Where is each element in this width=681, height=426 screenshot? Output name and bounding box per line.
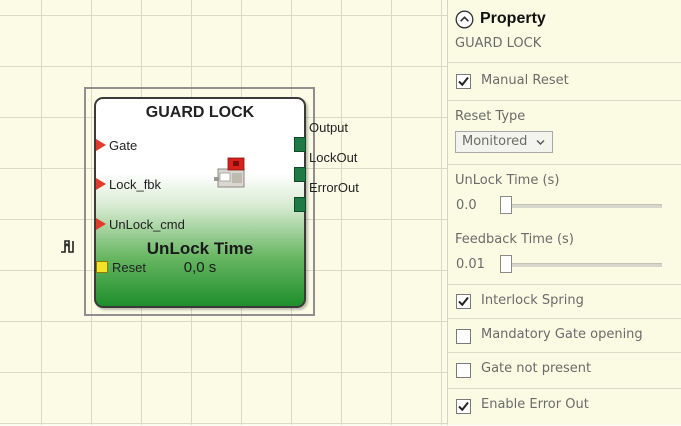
mandatory-gate-row: Mandatory Gate opening [448,318,681,353]
panel-header: Property [480,10,546,27]
reset-type-value: Monitored [462,134,528,149]
output-port-lockout[interactable] [294,167,306,182]
enable-error-out-label: Enable Error Out [481,397,589,412]
manual-reset-checkbox[interactable] [456,74,471,89]
mandatory-gate-label: Mandatory Gate opening [481,327,643,342]
block-param-name: UnLock Time [146,239,254,258]
input-port-icon [96,218,106,230]
reset-type-select[interactable]: Monitored [455,131,553,153]
block-param-value: 0,0 s [183,259,217,276]
unlock-time-row: UnLock Time (s) 0.0 [448,164,681,225]
unlock-time-slider-thumb[interactable] [500,196,512,214]
chevron-up-circle-icon [455,10,474,29]
unlock-time-slider-track[interactable] [504,204,662,208]
output-label-errorout: ErrorOut [309,180,359,195]
reset-type-label: Reset Type [455,109,526,124]
checkmark-icon [458,296,469,307]
gate-not-present-checkbox[interactable] [456,363,471,378]
checkmark-icon [458,401,469,412]
feedback-time-slider-thumb[interactable] [500,255,512,273]
output-port-output[interactable] [294,137,306,152]
output-label-output: Output [309,120,349,135]
guard-lock-device-icon [214,155,250,191]
interlock-spring-checkbox[interactable] [456,294,471,309]
input-label-gate: Gate [109,137,138,153]
reset-type-row: Reset Type Monitored [448,100,681,165]
output-label-lockout: LockOut [309,150,358,165]
gate-not-present-label: Gate not present [481,361,592,376]
feedback-time-row: Feedback Time (s) 0.01 [448,224,681,284]
feedback-time-label: Feedback Time (s) [455,232,574,247]
panel-subtitle: GUARD LOCK [455,36,542,51]
interlock-spring-label: Interlock Spring [481,293,584,308]
feedback-time-value: 0.01 [456,257,485,272]
input-port-icon [96,139,106,151]
block-title: GUARD LOCK [145,104,255,121]
output-port-errorout[interactable] [294,197,306,212]
unlock-time-label: UnLock Time (s) [455,173,560,188]
input-label-unlock-cmd: UnLock_cmd [109,216,185,232]
feedback-time-slider-track[interactable] [504,263,662,267]
property-panel: Property GUARD LOCK Manual Reset Reset T… [447,0,681,425]
checkmark-icon [458,76,469,87]
input-port-lock-fbk[interactable]: Lock_fbk [96,176,161,192]
unlock-time-value: 0.0 [456,198,477,213]
input-port-gate[interactable]: Gate [96,137,137,153]
chevron-down-icon [536,140,545,145]
pulse-edge-icon [60,238,78,254]
input-label-lock-fbk: Lock_fbk [109,176,162,192]
interlock-spring-row: Interlock Spring [448,284,681,319]
manual-reset-label: Manual Reset [481,73,569,88]
input-port-icon [96,178,106,190]
enable-error-out-checkbox[interactable] [456,399,471,414]
input-port-unlock-cmd[interactable]: UnLock_cmd [96,216,185,232]
collapse-button[interactable] [455,10,474,29]
manual-reset-row: Manual Reset [448,62,681,101]
guard-lock-block[interactable]: GUARD LOCK Gate Lock_fbk UnLock_cmd Rese… [94,97,306,308]
mandatory-gate-checkbox[interactable] [456,329,471,344]
design-canvas[interactable]: GUARD LOCK Gate Lock_fbk UnLock_cmd Rese… [0,0,447,425]
gate-not-present-row: Gate not present [448,352,681,389]
enable-error-out-row: Enable Error Out [448,388,681,426]
